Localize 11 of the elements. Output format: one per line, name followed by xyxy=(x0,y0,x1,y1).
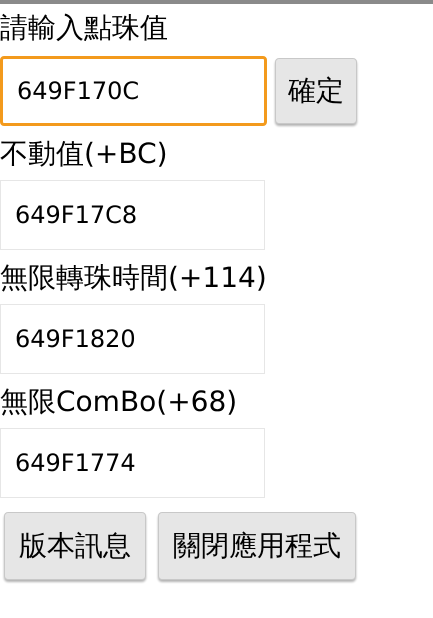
result-field[interactable]: 649F1774 xyxy=(0,428,265,498)
prompt-label: 請輸入點珠值 xyxy=(0,10,168,46)
result-label: 不動值(+BC) xyxy=(0,136,168,172)
result-field[interactable]: 649F1820 xyxy=(0,304,265,374)
input-field[interactable]: 649F170C xyxy=(0,56,267,126)
result-label: 無限轉珠時間(+114) xyxy=(0,260,267,296)
result-field[interactable]: 649F17C8 xyxy=(0,180,265,250)
action-button[interactable]: 版本訊息 xyxy=(4,512,146,580)
confirm-button[interactable]: 確定 xyxy=(275,58,357,124)
action-button[interactable]: 關閉應用程式 xyxy=(158,512,356,580)
result-label: 無限ComBo(+68) xyxy=(0,384,238,420)
